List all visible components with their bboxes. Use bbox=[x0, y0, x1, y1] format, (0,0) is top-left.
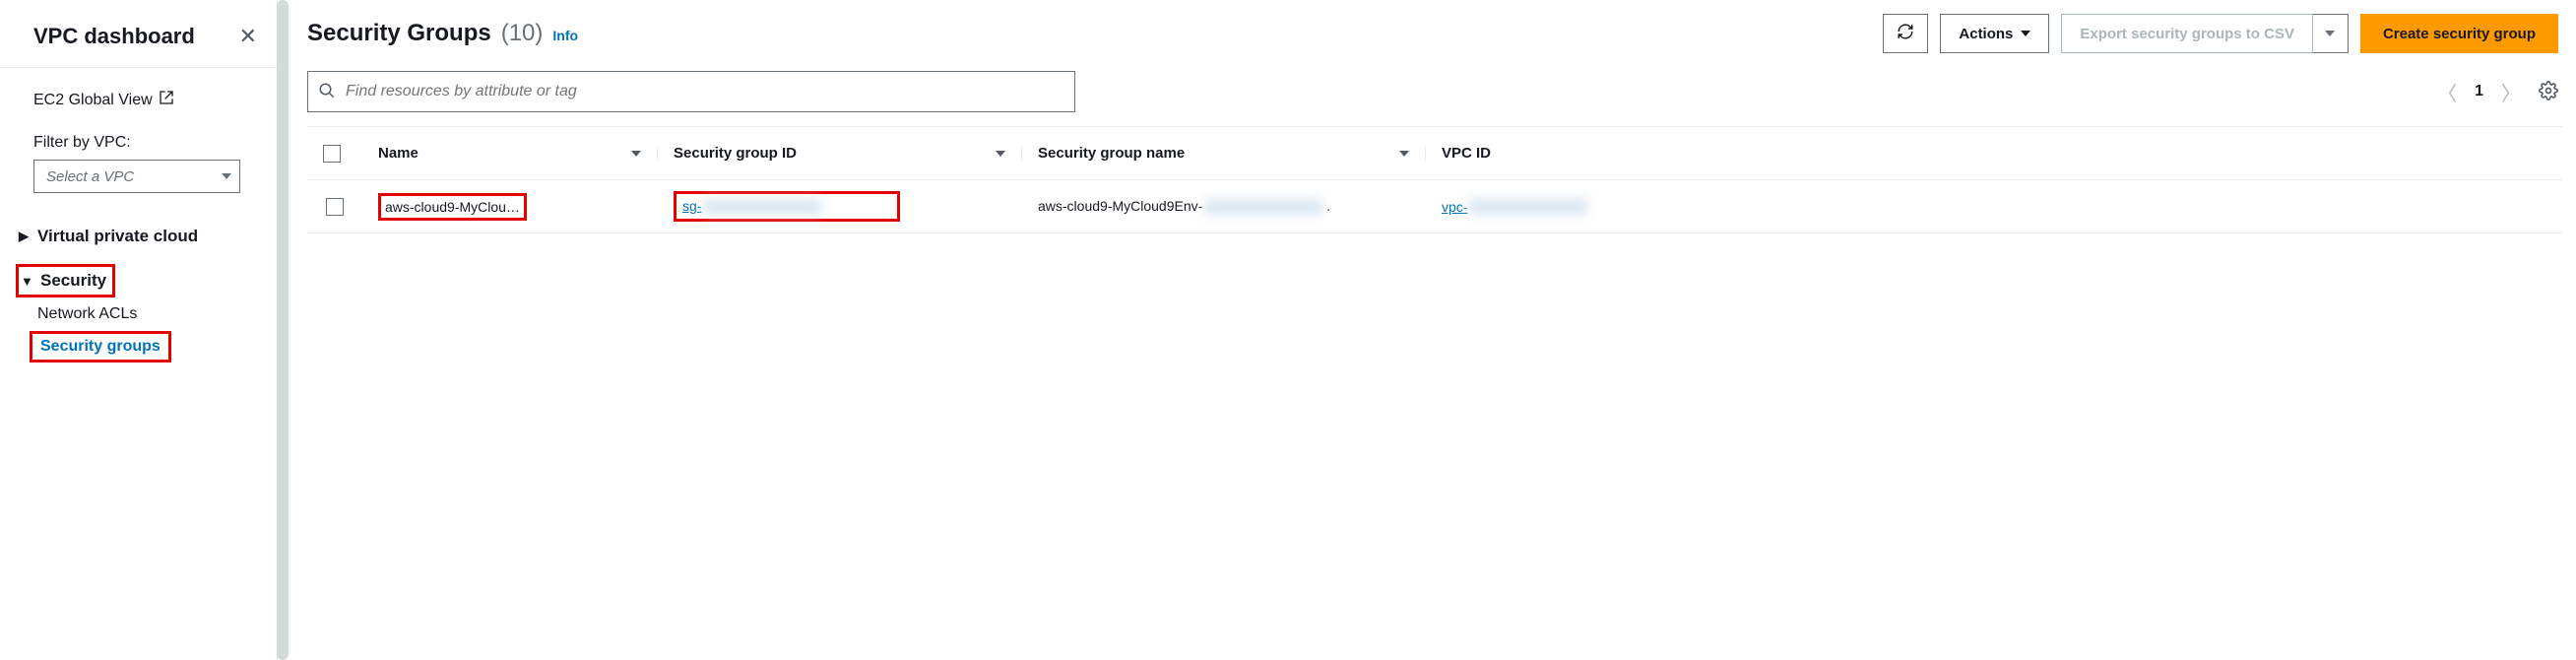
export-csv-dropdown[interactable] bbox=[2313, 14, 2349, 53]
actions-button[interactable]: Actions bbox=[1940, 14, 2049, 53]
refresh-icon bbox=[1897, 23, 1914, 44]
redacted-text bbox=[1204, 199, 1322, 215]
column-header-vpc-id[interactable]: VPC ID bbox=[1426, 145, 1711, 162]
page-count: (10) bbox=[501, 20, 544, 47]
column-header-sg-id[interactable]: Security group ID bbox=[658, 145, 1022, 162]
cell-sg-id-link[interactable]: sg- bbox=[682, 198, 701, 214]
export-csv-label: Export security groups to CSV bbox=[2080, 26, 2294, 42]
page-title: Security Groups bbox=[307, 20, 491, 47]
cell-sg-name: aws-cloud9-MyCloud9Env- . bbox=[1038, 198, 1330, 215]
page-number: 1 bbox=[2475, 83, 2483, 100]
caret-down-icon: ▼ bbox=[21, 274, 32, 289]
create-security-group-label: Create security group bbox=[2383, 26, 2536, 42]
redacted-text bbox=[1469, 199, 1587, 215]
search-input[interactable] bbox=[346, 83, 1064, 100]
row-checkbox[interactable] bbox=[326, 198, 344, 216]
sort-icon bbox=[996, 151, 1005, 157]
nav-item-network-acls[interactable]: Network ACLs bbox=[37, 297, 257, 331]
ec2-global-view-label: EC2 Global View bbox=[33, 92, 153, 109]
nav-group-security[interactable]: ▼ Security bbox=[21, 271, 106, 291]
select-all-checkbox[interactable] bbox=[323, 145, 341, 163]
nav-group-security-label: Security bbox=[40, 271, 106, 291]
cell-name: aws-cloud9-MyClou… bbox=[385, 199, 520, 215]
chevron-down-icon bbox=[2021, 31, 2030, 36]
sidebar: VPC dashboard ✕ EC2 Global View Filter b… bbox=[0, 0, 278, 660]
page-next-button[interactable]: 〉 bbox=[2501, 78, 2521, 106]
vpc-select-placeholder: Select a VPC bbox=[46, 168, 134, 185]
column-header-sg-name[interactable]: Security group name bbox=[1022, 145, 1426, 162]
ec2-global-view-link[interactable]: EC2 Global View bbox=[33, 90, 174, 110]
info-link[interactable]: Info bbox=[552, 28, 578, 43]
nav-group-vpc-label: Virtual private cloud bbox=[37, 227, 198, 246]
export-csv-button[interactable]: Export security groups to CSV bbox=[2061, 14, 2313, 53]
filter-by-vpc-label: Filter by VPC: bbox=[33, 134, 257, 152]
refresh-button[interactable] bbox=[1883, 14, 1928, 53]
create-security-group-button[interactable]: Create security group bbox=[2360, 14, 2558, 53]
page-prev-button[interactable]: 〈 bbox=[2437, 78, 2457, 106]
redacted-text bbox=[703, 199, 821, 215]
caret-right-icon: ▶ bbox=[18, 229, 30, 244]
cell-vpc-id-link[interactable]: vpc- bbox=[1442, 199, 1467, 215]
chevron-down-icon bbox=[222, 173, 231, 179]
sidebar-title: VPC dashboard bbox=[33, 24, 195, 49]
external-link-icon bbox=[159, 90, 174, 110]
main-content: Security Groups (10) Info Actions Export… bbox=[278, 0, 2576, 660]
close-sidebar-button[interactable]: ✕ bbox=[239, 24, 257, 49]
search-icon bbox=[318, 82, 336, 102]
chevron-down-icon bbox=[2325, 31, 2335, 36]
column-header-name[interactable]: Name bbox=[362, 145, 658, 162]
settings-button[interactable] bbox=[2539, 81, 2558, 103]
actions-button-label: Actions bbox=[1959, 26, 2013, 42]
sort-icon bbox=[1399, 151, 1409, 157]
sort-icon bbox=[631, 151, 641, 157]
security-groups-table: Name Security group ID Security group na… bbox=[307, 126, 2562, 233]
vpc-select[interactable]: Select a VPC bbox=[33, 160, 240, 193]
nav-group-vpc[interactable]: ▶ Virtual private cloud bbox=[18, 227, 257, 246]
nav-item-security-groups[interactable]: Security groups bbox=[38, 334, 162, 360]
search-box[interactable] bbox=[307, 71, 1075, 112]
table-row[interactable]: aws-cloud9-MyClou… sg- aws-cloud9-MyClou… bbox=[307, 180, 2562, 233]
